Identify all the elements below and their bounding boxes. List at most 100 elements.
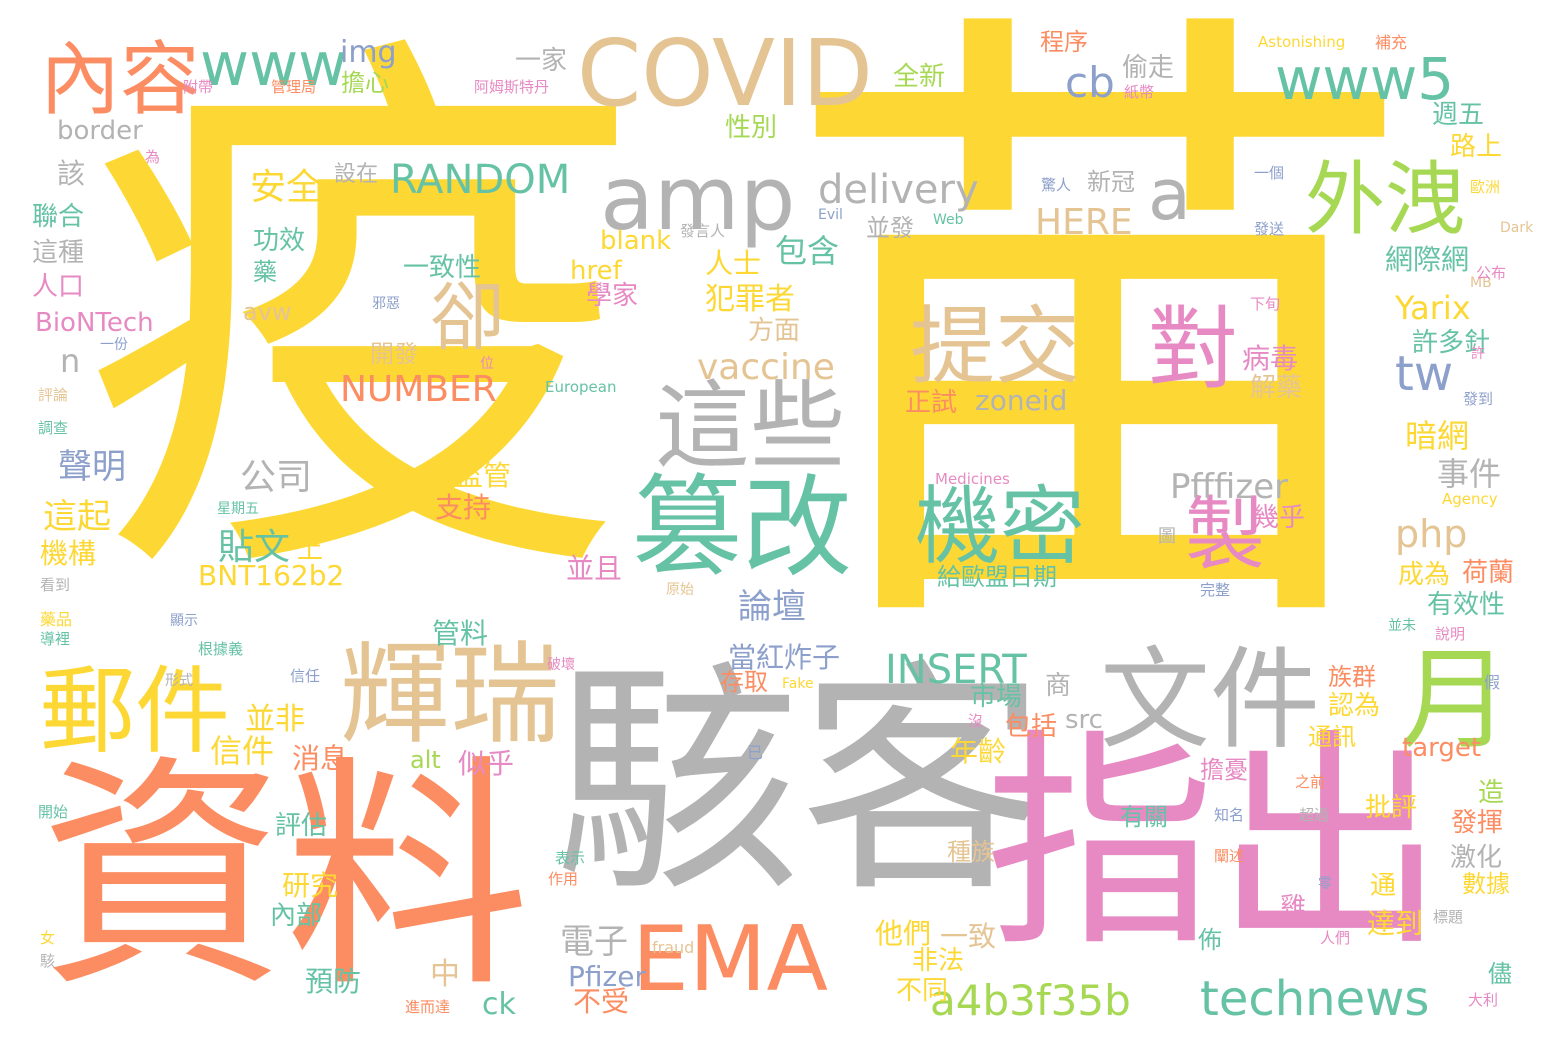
cloud-word: COVID (577, 20, 873, 127)
cloud-word: 研究 (282, 869, 339, 902)
cloud-word: 論壇 (738, 587, 806, 627)
cloud-word: 幾乎 (1253, 503, 1306, 533)
cloud-word: 聲明 (58, 447, 126, 487)
cloud-word: 不受 (573, 985, 630, 1018)
cloud-word: 擔憂 (1200, 756, 1248, 784)
cloud-word: target (1402, 733, 1482, 763)
cloud-word: 超過 (1299, 806, 1330, 824)
cloud-word: 假 (1484, 673, 1501, 692)
cloud-word: 通訊 (1308, 723, 1356, 751)
cloud-word: 批評 (1365, 793, 1418, 823)
cloud-word: 阿姆斯特丹 (474, 78, 550, 96)
cloud-word: EMA (632, 907, 829, 1012)
cloud-word: 為 (145, 148, 161, 166)
cloud-word: 形式 (165, 673, 193, 689)
cloud-word: 人口 (32, 272, 85, 302)
cloud-word: Pfffizer (1170, 467, 1289, 507)
cloud-word: 發送 (1254, 220, 1285, 238)
cloud-word: Yarix (1395, 289, 1471, 327)
cloud-word: 發揮 (1451, 808, 1504, 838)
cloud-word: 內部 (270, 901, 323, 931)
cloud-word: 中 (430, 957, 460, 992)
cloud-word: 他們 (875, 917, 932, 950)
cloud-word: Web (933, 212, 964, 228)
cloud-word: 暗網 (1405, 417, 1470, 455)
cloud-word: cb (1065, 58, 1115, 107)
cloud-word: 並未 (1388, 618, 1416, 634)
cloud-word: 星期五 (217, 501, 259, 517)
cloud-word: 開始 (38, 803, 69, 821)
cloud-word: 管料 (432, 617, 489, 650)
cloud-word: 紙幣 (1124, 83, 1155, 101)
cloud-word: 功效 (253, 226, 306, 256)
cloud-word: 通 (1370, 871, 1397, 901)
cloud-word: 導裡 (40, 630, 71, 648)
cloud-word: Dark (1500, 220, 1534, 236)
word-cloud: 疫苗資料 駭客 指出 COVID EMA amp 文件 輝瑞 篡改 這些 郵件 內容 www5 外洩月 ww… (0, 0, 1548, 1052)
cloud-word: border (57, 116, 143, 146)
cloud-word: 都 (1290, 318, 1317, 348)
cloud-word: 似乎 (458, 747, 515, 780)
cloud-word: 破壞 (547, 657, 575, 673)
cloud-word: 發言人 (680, 222, 726, 240)
cloud-word: 雞 (1280, 893, 1307, 923)
cloud-word: 電子 (560, 922, 628, 962)
cloud-word: 藥 (253, 258, 277, 286)
cloud-word: 達到 (1367, 907, 1424, 940)
cloud-word: 聯合 (32, 202, 85, 232)
cloud-word: 驚人 (1041, 176, 1072, 194)
cloud-word: 新冠 (1087, 168, 1135, 196)
cloud-word: n (60, 342, 81, 380)
cloud-word: 設在 (334, 162, 379, 187)
cloud-word: 許 (1471, 346, 1485, 362)
cloud-word: 預防 (305, 965, 362, 998)
cloud-word: 病毒 (1242, 342, 1299, 375)
cloud-word: 內容 (40, 33, 200, 126)
cloud-word: 藥品 (40, 610, 73, 629)
cloud-word: 提交 (910, 298, 1081, 397)
cloud-word: 作用 (548, 870, 579, 888)
cloud-word: European (545, 378, 617, 396)
cloud-word: img (340, 35, 397, 70)
cloud-word: 闡述 (1214, 847, 1245, 865)
cloud-word: alt (410, 746, 441, 774)
cloud-word: 下旬 (1250, 295, 1281, 313)
cloud-word: 荷蘭 (1462, 558, 1515, 588)
cloud-word: 有關 (1120, 803, 1168, 831)
cloud-word: 評論 (38, 386, 69, 404)
cloud-word: 文件 (1100, 636, 1320, 764)
cloud-word: 貼文 (218, 527, 291, 568)
cloud-word: 公司 (240, 457, 313, 498)
cloud-word: php (1395, 512, 1468, 556)
cloud-word: 外洩 (1305, 153, 1465, 246)
cloud-word: 消息 (292, 742, 349, 775)
cloud-word: 偷走 (1122, 53, 1175, 83)
cloud-word: 擔心 (341, 69, 389, 97)
cloud-word: Evil (818, 207, 843, 223)
cloud-word: 網際網 (1385, 243, 1470, 276)
cloud-word: 報 (1262, 548, 1289, 578)
cloud-word: 看到 (40, 576, 71, 594)
cloud-word: 學家 (586, 281, 639, 311)
cloud-word: avw (243, 298, 292, 326)
cloud-word: 包含 (775, 232, 840, 270)
cloud-word: 原始 (666, 582, 694, 598)
cloud-word: blank (600, 226, 672, 256)
cloud-word: www5 (1275, 45, 1455, 113)
cloud-word: 開發 (370, 340, 418, 368)
cloud-word: 安全 (250, 167, 323, 208)
cloud-word: 年齡 (950, 735, 1007, 768)
cloud-word: 女 (40, 929, 56, 947)
cloud-word: 解藥 (1250, 373, 1303, 403)
cloud-word: 知名 (1214, 806, 1245, 824)
cloud-word: 儘 (1488, 960, 1512, 988)
cloud-word: 商 (1045, 671, 1072, 701)
cloud-word: 性別 (725, 113, 778, 143)
cloud-word: 位 (480, 356, 494, 372)
cloud-word: 駭 (40, 952, 56, 970)
cloud-word: 說明 (1435, 625, 1466, 643)
cloud-word: 沒 (968, 712, 984, 730)
cloud-word: 人們 (1320, 929, 1351, 947)
cloud-word: 對 (1148, 297, 1238, 402)
cloud-word: 篡改 (632, 464, 852, 592)
